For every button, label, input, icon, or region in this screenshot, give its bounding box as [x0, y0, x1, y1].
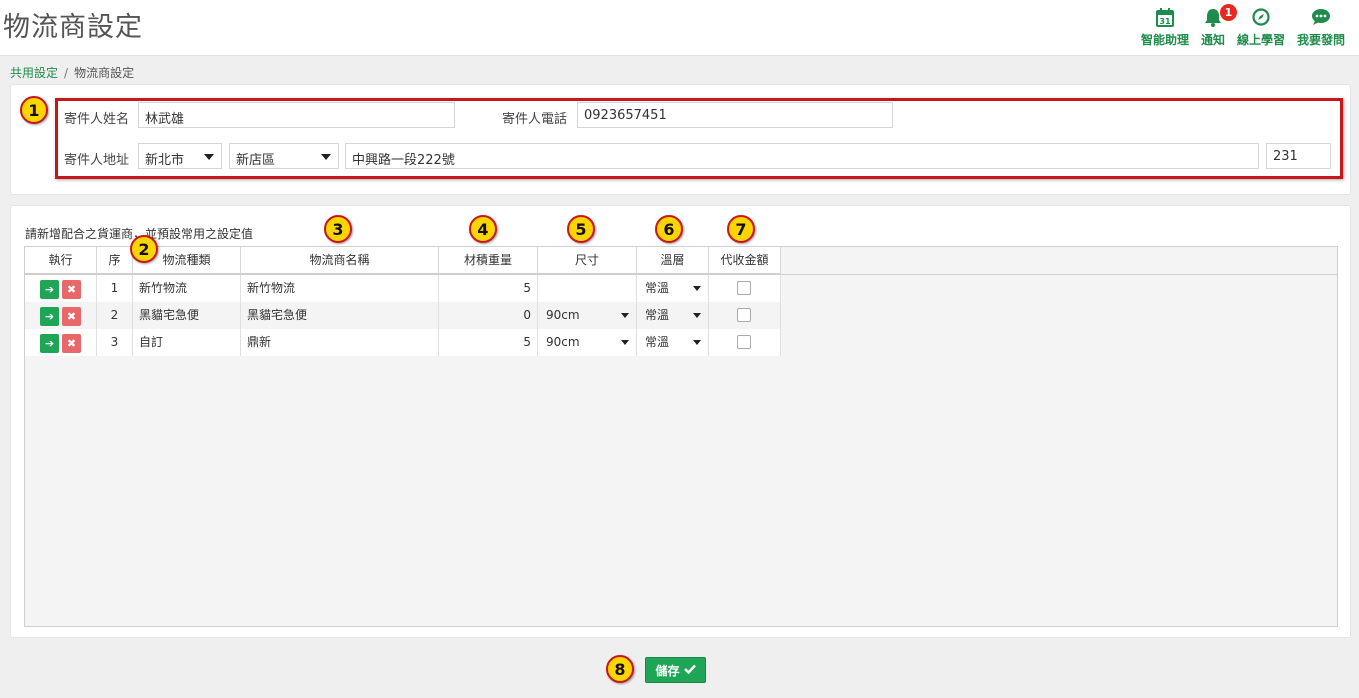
row-actions: ➔ ✖: [25, 302, 97, 329]
chevron-down-icon: [693, 340, 701, 345]
ask-question-button[interactable]: 我要發問: [1291, 6, 1351, 48]
chevron-down-icon: [621, 313, 629, 318]
check-icon: [683, 663, 696, 677]
sender-panel: 1 寄件人姓名 林武雄 寄件人電話 0923657451 寄件人地址 新北市 新…: [10, 84, 1351, 195]
row-cod: [709, 329, 781, 356]
cod-checkbox[interactable]: [737, 308, 751, 322]
row-weight[interactable]: 5: [439, 329, 538, 356]
learning-button[interactable]: 線上學習: [1231, 6, 1291, 48]
row-actions: ➔ ✖: [25, 329, 97, 356]
sender-phone-input[interactable]: 0923657451: [577, 102, 893, 128]
marker-7: 7: [727, 215, 755, 243]
chevron-down-icon: [693, 313, 701, 318]
chevron-down-icon: [321, 154, 331, 160]
marker-4: 4: [469, 215, 497, 243]
col-size: 尺寸: [538, 247, 637, 274]
sender-name-label: 寄件人姓名: [64, 112, 130, 127]
street-input[interactable]: 中興路一段222號: [345, 143, 1259, 169]
col-cod: 代收金額: [709, 247, 781, 274]
marker-6: 6: [655, 215, 683, 243]
district-value: 新店區: [236, 153, 276, 168]
carrier-panel: 請新增配合之貨運商，並預設常用之設定值 2 3 4 5 6 7 執行 序 物流種…: [10, 205, 1351, 638]
row-weight[interactable]: 5: [439, 275, 538, 302]
marker-8: 8: [606, 655, 634, 683]
top-actions: 31 智能助理 1 通知 線上學習 我要發問: [1135, 4, 1351, 48]
city-value: 新北市: [145, 153, 185, 168]
breadcrumb: 共用設定 / 物流商設定: [10, 64, 134, 81]
save-label: 儲存: [655, 663, 680, 678]
compass-icon: [1250, 6, 1272, 28]
row-type[interactable]: 自訂: [133, 329, 241, 356]
col-weight: 材積重量: [439, 247, 538, 274]
district-select[interactable]: 新店區: [229, 143, 339, 169]
row-name[interactable]: 黑貓宅急便: [241, 302, 439, 329]
sender-phone-label: 寄件人電話: [502, 112, 568, 127]
city-select[interactable]: 新北市: [138, 143, 222, 169]
row-temp-select[interactable]: 常溫: [637, 329, 709, 356]
row-size-select[interactable]: 90cm: [538, 302, 637, 329]
row-size-value: 90cm: [546, 335, 580, 349]
sender-address-label: 寄件人地址: [64, 153, 130, 168]
row-type[interactable]: 新竹物流: [133, 275, 241, 302]
row-weight[interactable]: 0: [439, 302, 538, 329]
table-row: ➔ ✖ 3 自訂 鼎新 5 90cm 常溫: [25, 329, 781, 356]
sender-name-input[interactable]: 林武雄: [138, 102, 455, 128]
learning-label: 線上學習: [1236, 33, 1285, 47]
row-temp-select[interactable]: 常溫: [637, 302, 709, 329]
carrier-table: 執行 序 物流種類 物流商名稱 材積重量 尺寸 溫層 代收金額 ➔ ✖ 1 新竹…: [24, 246, 1338, 627]
marker-3: 3: [324, 215, 352, 243]
breadcrumb-separator: /: [64, 66, 69, 80]
delete-icon[interactable]: ✖: [62, 334, 81, 353]
page-title: 物流商設定: [3, 12, 143, 43]
row-seq: 1: [97, 275, 133, 302]
marker-5: 5: [567, 215, 595, 243]
arrow-right-icon[interactable]: ➔: [40, 280, 59, 299]
row-temp-value: 常溫: [645, 308, 670, 322]
row-temp-value: 常溫: [645, 335, 670, 349]
chevron-down-icon: [621, 340, 629, 345]
app-header: 物流商設定 31 智能助理 1 通知 線上學習 我要發問: [0, 0, 1359, 56]
table-row: ➔ ✖ 1 新竹物流 新竹物流 5 常溫: [25, 275, 781, 302]
save-button[interactable]: 儲存: [645, 657, 706, 683]
chat-icon: [1310, 6, 1332, 28]
row-actions: ➔ ✖: [25, 275, 97, 302]
row-type[interactable]: 黑貓宅急便: [133, 302, 241, 329]
row-temp-select[interactable]: 常溫: [637, 275, 709, 302]
notifications-label: 通知: [1200, 33, 1225, 47]
col-name: 物流商名稱: [241, 247, 439, 274]
row-cod: [709, 275, 781, 302]
delete-icon[interactable]: ✖: [62, 307, 81, 326]
notifications-button[interactable]: 1 通知: [1195, 4, 1237, 48]
cod-checkbox[interactable]: [737, 335, 751, 349]
row-name[interactable]: 鼎新: [241, 329, 439, 356]
row-size[interactable]: [538, 275, 637, 302]
row-name[interactable]: 新竹物流: [241, 275, 439, 302]
table-row: ➔ ✖ 2 黑貓宅急便 黑貓宅急便 0 90cm 常溫: [25, 302, 781, 329]
arrow-right-icon[interactable]: ➔: [40, 334, 59, 353]
calendar-icon: 31: [1154, 6, 1176, 28]
cod-checkbox[interactable]: [737, 281, 751, 295]
row-cod: [709, 302, 781, 329]
col-temp: 溫層: [637, 247, 709, 274]
zip-input[interactable]: 231: [1266, 143, 1331, 169]
assistant-button[interactable]: 31 智能助理: [1135, 6, 1195, 48]
row-seq: 2: [97, 302, 133, 329]
arrow-right-icon[interactable]: ➔: [40, 307, 59, 326]
row-size-value: 90cm: [546, 308, 580, 322]
col-action: 執行: [25, 247, 97, 274]
assistant-label: 智能助理: [1140, 33, 1189, 47]
row-size-select[interactable]: 90cm: [538, 329, 637, 356]
ask-question-label: 我要發問: [1296, 33, 1345, 47]
chevron-down-icon: [204, 154, 214, 160]
marker-2: 2: [130, 235, 158, 263]
breadcrumb-parent-link[interactable]: 共用設定: [10, 66, 58, 80]
row-temp-value: 常溫: [645, 281, 670, 295]
col-seq: 序: [97, 247, 133, 274]
breadcrumb-current: 物流商設定: [74, 66, 135, 80]
svg-text:31: 31: [1159, 17, 1171, 26]
chevron-down-icon: [693, 286, 701, 291]
marker-1: 1: [20, 96, 48, 124]
delete-icon[interactable]: ✖: [62, 280, 81, 299]
row-seq: 3: [97, 329, 133, 356]
